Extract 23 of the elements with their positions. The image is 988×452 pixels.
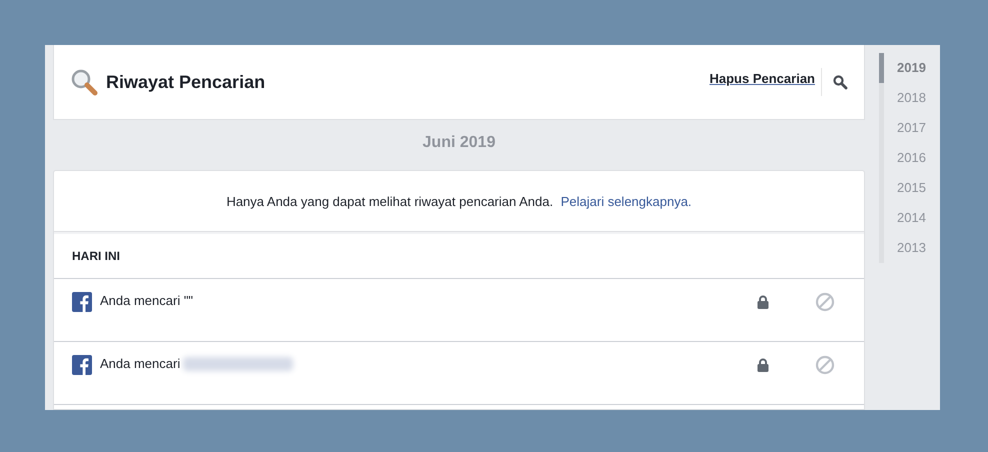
year-tab[interactable]: 2017	[879, 113, 940, 143]
facebook-icon	[72, 355, 92, 375]
year-tab[interactable]: 2014	[879, 203, 940, 233]
year-tab[interactable]: 2016	[879, 143, 940, 173]
facebook-icon	[72, 292, 92, 312]
lock-icon	[757, 295, 769, 309]
privacy-notice: Hanya Anda yang dapat melihat riwayat pencarian Anda. Pelajari selengkapnya.	[226, 194, 692, 208]
year-tab[interactable]: 2019	[879, 53, 940, 83]
remove-icon[interactable]	[815, 355, 835, 375]
magnifier-icon	[70, 68, 98, 96]
search-icon[interactable]	[832, 74, 848, 90]
search-entry-text: Anda mencari	[100, 355, 180, 373]
page-title: Riwayat Pencarian	[106, 72, 266, 92]
lock-icon	[757, 358, 769, 372]
clear-searches-link[interactable]: Hapus Pencarian	[710, 68, 822, 96]
learn-more-link[interactable]: Pelajari selengkapnya.	[560, 194, 692, 208]
year-tab[interactable]: 2018	[879, 83, 940, 113]
year-tab[interactable]: 2013	[879, 233, 940, 263]
remove-icon[interactable]	[815, 292, 835, 312]
month-heading: Juni 2019	[422, 134, 496, 153]
year-tab[interactable]: 2015	[879, 173, 940, 203]
search-entry-text: Anda mencari ""	[100, 292, 194, 310]
section-heading: HARI INI	[72, 249, 120, 263]
